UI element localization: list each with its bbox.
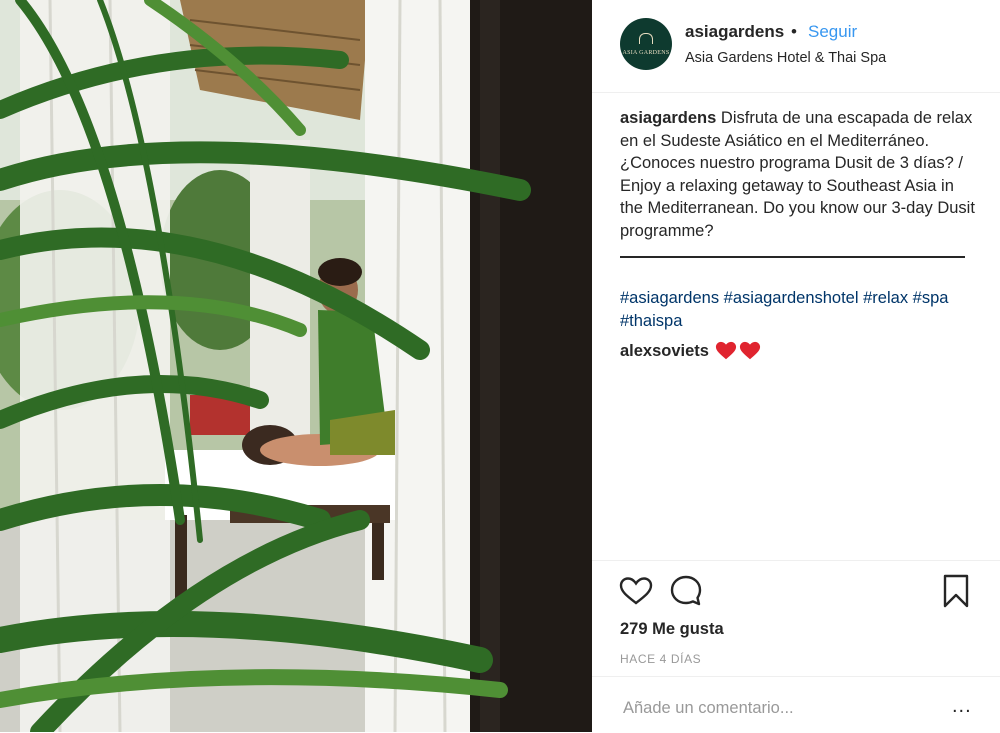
hashtag[interactable]: #thaispa — [620, 312, 682, 330]
crest-icon — [639, 32, 653, 44]
heart-emoji-icon — [739, 342, 761, 360]
username-link[interactable]: asiagardens — [685, 22, 784, 42]
caption: asiagardens Disfruta de una escapada de … — [620, 107, 975, 242]
comment-row: alexsoviets — [620, 340, 763, 363]
caption-username[interactable]: asiagardens — [620, 109, 716, 127]
instagram-post: ASIA GARDENS asiagardens • Seguir Asia G… — [0, 0, 1000, 732]
comment-icon[interactable] — [668, 573, 704, 609]
comment-username[interactable]: alexsoviets — [620, 340, 709, 363]
add-comment-bar: Añade un comentario... ... — [592, 676, 1000, 733]
post-sidebar: ASIA GARDENS asiagardens • Seguir Asia G… — [592, 0, 1000, 732]
more-options-icon[interactable]: ... — [952, 695, 972, 718]
hashtag[interactable]: #asiagardenshotel — [724, 289, 859, 307]
post-photo[interactable] — [0, 0, 592, 732]
bookmark-icon[interactable] — [938, 573, 974, 609]
avatar[interactable]: ASIA GARDENS — [620, 18, 672, 70]
heart-icon[interactable] — [618, 573, 654, 609]
follow-button[interactable]: Seguir — [808, 22, 857, 42]
avatar-logo-text: ASIA GARDENS — [622, 49, 670, 56]
separator-dot: • — [791, 22, 797, 41]
action-bar — [592, 560, 1000, 621]
add-comment-input[interactable]: Añade un comentario... — [623, 699, 794, 718]
caption-divider — [620, 256, 965, 258]
hashtags: #asiagardens #asiagardenshotel #relax #s… — [620, 287, 970, 332]
post-header: ASIA GARDENS asiagardens • Seguir Asia G… — [592, 0, 1000, 93]
hashtag[interactable]: #spa — [913, 289, 949, 307]
heart-emoji-icon — [715, 342, 737, 360]
caption-text: Disfruta de una escapada de relax en el … — [620, 109, 975, 240]
post-timestamp[interactable]: HACE 4 DÍAS — [620, 652, 701, 666]
hashtag[interactable]: #relax — [863, 289, 908, 307]
likes-count[interactable]: 279 Me gusta — [620, 620, 724, 639]
spa-massage-image — [0, 0, 592, 732]
location-link[interactable]: Asia Gardens Hotel & Thai Spa — [685, 50, 886, 66]
hashtag[interactable]: #asiagardens — [620, 289, 719, 307]
